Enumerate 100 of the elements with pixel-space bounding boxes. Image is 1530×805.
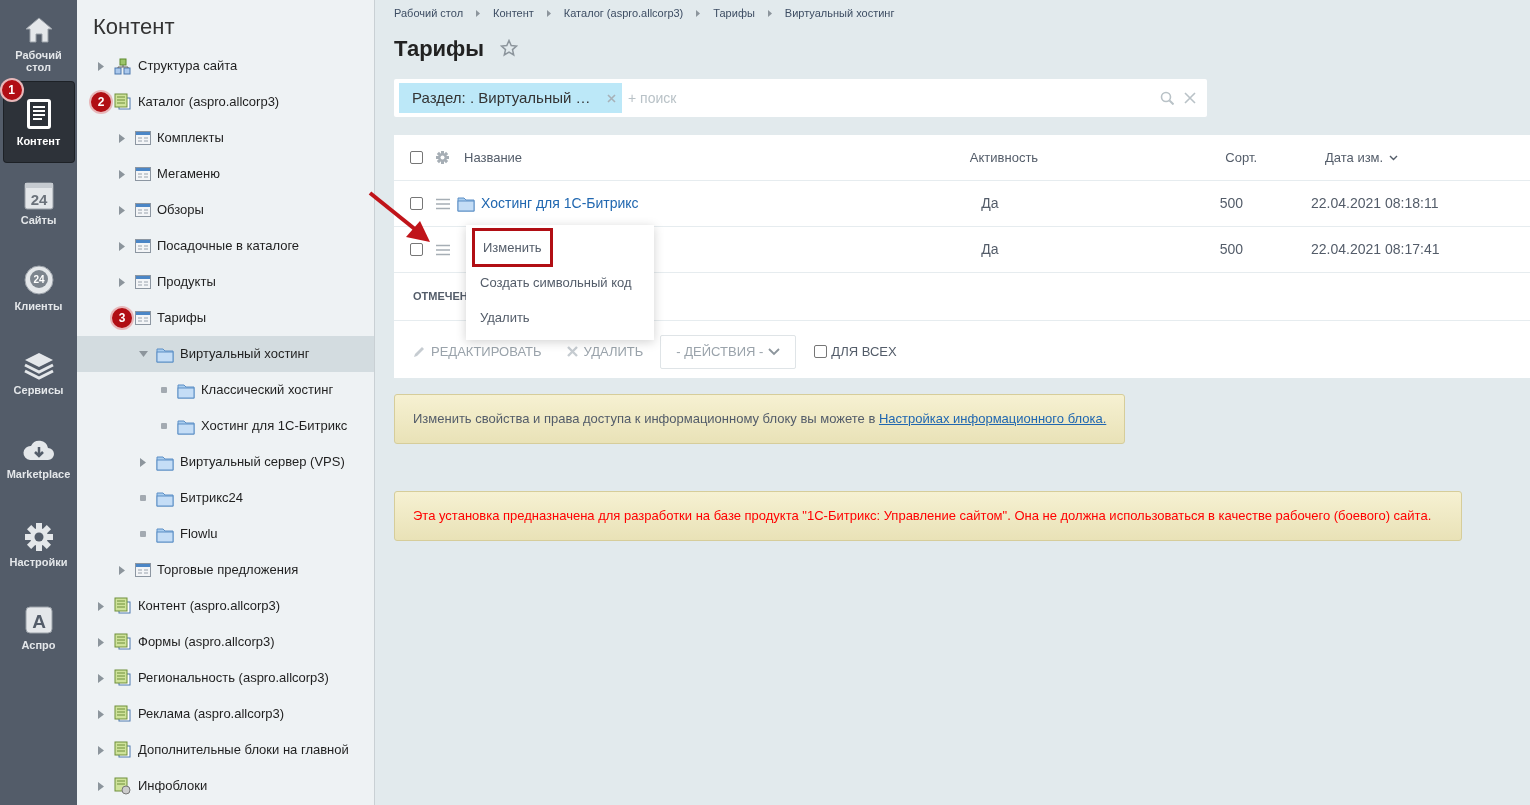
settings-link[interactable]: Настройках информационного блока. [878,411,1107,427]
nav-item[interactable]: 24 Клиенты [3,244,74,332]
tree-label: Реклама (aspro.allcorp3) [138,705,285,724]
chevron-down-icon [768,347,781,356]
tree-label: Каталог (aspro.allcorp3) [138,93,280,112]
tree-label: Мегаменю [157,165,220,184]
gear-icon [23,522,54,552]
tree-label: Контент (aspro.allcorp3) [138,597,281,616]
layers-icon [22,350,55,380]
nav-item[interactable]: Marketplace [3,414,74,502]
breadcrumb-link[interactable]: Виртуальный хостинг [784,4,895,22]
tree-label: Посадочные в каталоге [157,237,300,256]
item-link[interactable]: Хостинг для 1С-Битрикс [481,193,639,214]
tree-label: Торговые предложения [157,561,299,580]
search-field[interactable]: + поиск [628,87,1160,109]
book-stack-icon [114,705,132,723]
cross-icon [565,345,579,358]
tree-item[interactable]: Битрикс24 [77,480,374,516]
menu-item[interactable]: Удалить [472,300,538,335]
notice-text: Эта установка предназначена для разработки на базе продукта "1С-Битрикс: Управление сайтом". Она не должна использоваться в качестве рабочего (боевого) сайта. [413,507,1432,526]
checkbox[interactable] [410,243,423,256]
folder-icon [156,489,174,507]
step-badge: 3 [110,306,134,330]
tree-item[interactable]: Мегаменю [77,156,374,192]
checkbox[interactable] [410,151,423,164]
tree-item[interactable]: Торговые предложения [77,552,374,588]
cloud-icon: 24 [22,264,55,296]
list-window-icon [135,166,151,182]
column-header[interactable]: Название [464,147,924,168]
folder-icon [156,345,174,363]
nav-item[interactable]: 24 Сайты [3,162,74,244]
breadcrumb-link[interactable]: Контент [493,4,534,22]
tree-item[interactable]: Виртуальный сервер (VPS) [77,444,374,480]
tree-item[interactable]: Структура сайта [77,48,374,84]
nav-label: Marketplace [6,468,71,480]
table-cell-text: Да [980,194,1000,213]
breadcrumb-link[interactable]: Каталог (aspro.allcorp3) [563,4,684,22]
tree-item[interactable]: Виртуальный хостинг [77,336,374,372]
breadcrumb-link[interactable]: Рабочий стол [394,4,464,22]
tree-label: Битрикс24 [180,489,244,508]
tree-label: Хостинг для 1С-Битрикс [201,417,348,436]
breadcrumb-separator-icon [696,9,701,17]
tree-item[interactable]: Flowlu [77,516,374,552]
nav-label: Сервисы [13,384,64,396]
star-icon[interactable] [500,39,519,57]
nav-item[interactable]: Настройки [3,502,74,588]
breadcrumb-separator-icon [767,9,772,17]
search-icon [1160,91,1174,105]
book-gear-icon [114,777,132,795]
breadcrumb-link[interactable]: Тарифы [713,4,755,22]
column-header[interactable]: Сорт. [1084,147,1257,168]
nav-label: Аспро [21,639,56,651]
tree-item[interactable]: Региональность (aspro.allcorp3) [77,660,374,696]
tree-label: Обзоры [157,201,204,220]
settings-icon [436,151,449,164]
tree-item[interactable]: Обзоры [77,192,374,228]
nav-item[interactable]: Сервисы [3,332,74,414]
letter-icon: A [23,605,54,635]
checkbox[interactable] [410,197,423,210]
nav-label: Сайты [20,214,57,226]
tree-item[interactable]: Инфоблоки [77,768,374,804]
close-icon [607,93,616,103]
tree-item[interactable]: Комплекты [77,120,374,156]
list-window-icon [135,130,151,146]
list-window-icon [135,238,151,254]
tree-item[interactable]: Дополнительные блоки на главной [77,732,374,768]
filter-bar[interactable]: Раздел: . Виртуальный … + поиск [394,79,1207,117]
folder-icon [457,195,475,212]
step-badge: 2 [89,90,113,114]
book-stack-icon [114,741,132,759]
list-window-icon [135,202,151,218]
tree-item[interactable]: Формы (aspro.allcorp3) [77,624,374,660]
tree-label: Тарифы [157,309,207,328]
column-header[interactable]: Дата изм. [1325,147,1399,168]
tree-item[interactable]: Посадочные в каталоге [77,228,374,264]
tree-label: Классический хостинг [201,381,334,400]
tree-item[interactable]: Контент (aspro.allcorp3) [77,588,374,624]
tree-label: Инфоблоки [138,777,208,796]
tree-item[interactable]: Хостинг для 1С-Битрикс [77,408,374,444]
list-window-icon [135,562,151,578]
tree-item[interactable]: Реклама (aspro.allcorp3) [77,696,374,732]
tree-item[interactable]: Продукты [77,264,374,300]
tree-label: Формы (aspro.allcorp3) [138,633,275,652]
page-title: Тарифы [394,34,485,63]
tree-label: Комплекты [157,129,224,148]
tree-item[interactable]: 2 Каталог (aspro.allcorp3) [77,84,374,120]
tree-item[interactable]: 3 Тарифы [77,300,374,336]
filter-chip[interactable]: Раздел: . Виртуальный … [399,83,622,113]
table-cell-text: Да [980,240,1000,259]
structure-icon [114,57,132,75]
folder-icon [156,453,174,471]
table-cell-text: 22.04.2021 08:18:11 [1311,194,1439,213]
column-header[interactable]: Активность [924,147,1084,168]
annotation-arrow [368,190,432,244]
tree-item[interactable]: Классический хостинг [77,372,374,408]
breadcrumb-separator-icon [476,9,481,17]
list-window-icon [135,310,151,326]
menu-item[interactable]: Изменить [472,227,553,268]
menu-item[interactable]: Создать символьный код [472,265,640,300]
nav-item[interactable]: A Аспро [3,588,74,668]
